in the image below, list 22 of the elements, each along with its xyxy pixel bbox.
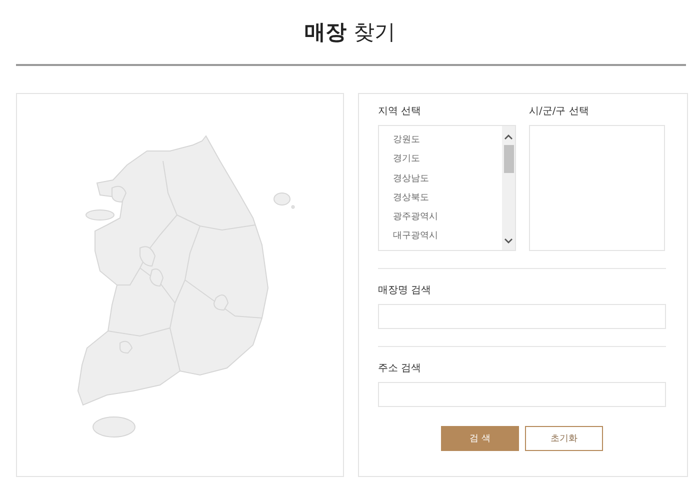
store-name-label: 매장명 검색 — [378, 284, 432, 298]
address-label: 주소 검색 — [378, 362, 422, 376]
search-button[interactable]: 검 색 — [441, 426, 519, 451]
region-option[interactable]: 경상남도 — [393, 170, 502, 189]
district-select-label: 시/군/구 선택 — [529, 105, 590, 119]
region-option[interactable]: 광주광역시 — [393, 208, 502, 228]
korea-map-drawing[interactable] — [77, 135, 295, 438]
scrollbar-thumb[interactable] — [504, 145, 514, 173]
region-option[interactable]: 경상북도 — [393, 188, 502, 208]
region-select-label: 지역 선택 — [378, 105, 422, 119]
region-option[interactable]: 경기도 — [393, 150, 502, 170]
region-option[interactable]: 대구광역시 — [393, 227, 502, 247]
region-option[interactable]: 강원도 — [393, 131, 502, 150]
reset-button[interactable]: 초기화 — [525, 426, 603, 451]
district-listbox[interactable] — [529, 125, 665, 251]
address-field[interactable] — [378, 382, 666, 407]
page-title: 매장 찾기 — [304, 19, 396, 46]
scroll-down-icon[interactable] — [504, 238, 513, 244]
store-name-field[interactable] — [378, 304, 666, 329]
scroll-up-icon[interactable] — [504, 134, 513, 140]
scrollbar[interactable] — [502, 126, 515, 250]
region-listbox[interactable]: 강원도 경기도 경상남도 경상북도 광주광역시 대구광역시 — [378, 125, 516, 251]
